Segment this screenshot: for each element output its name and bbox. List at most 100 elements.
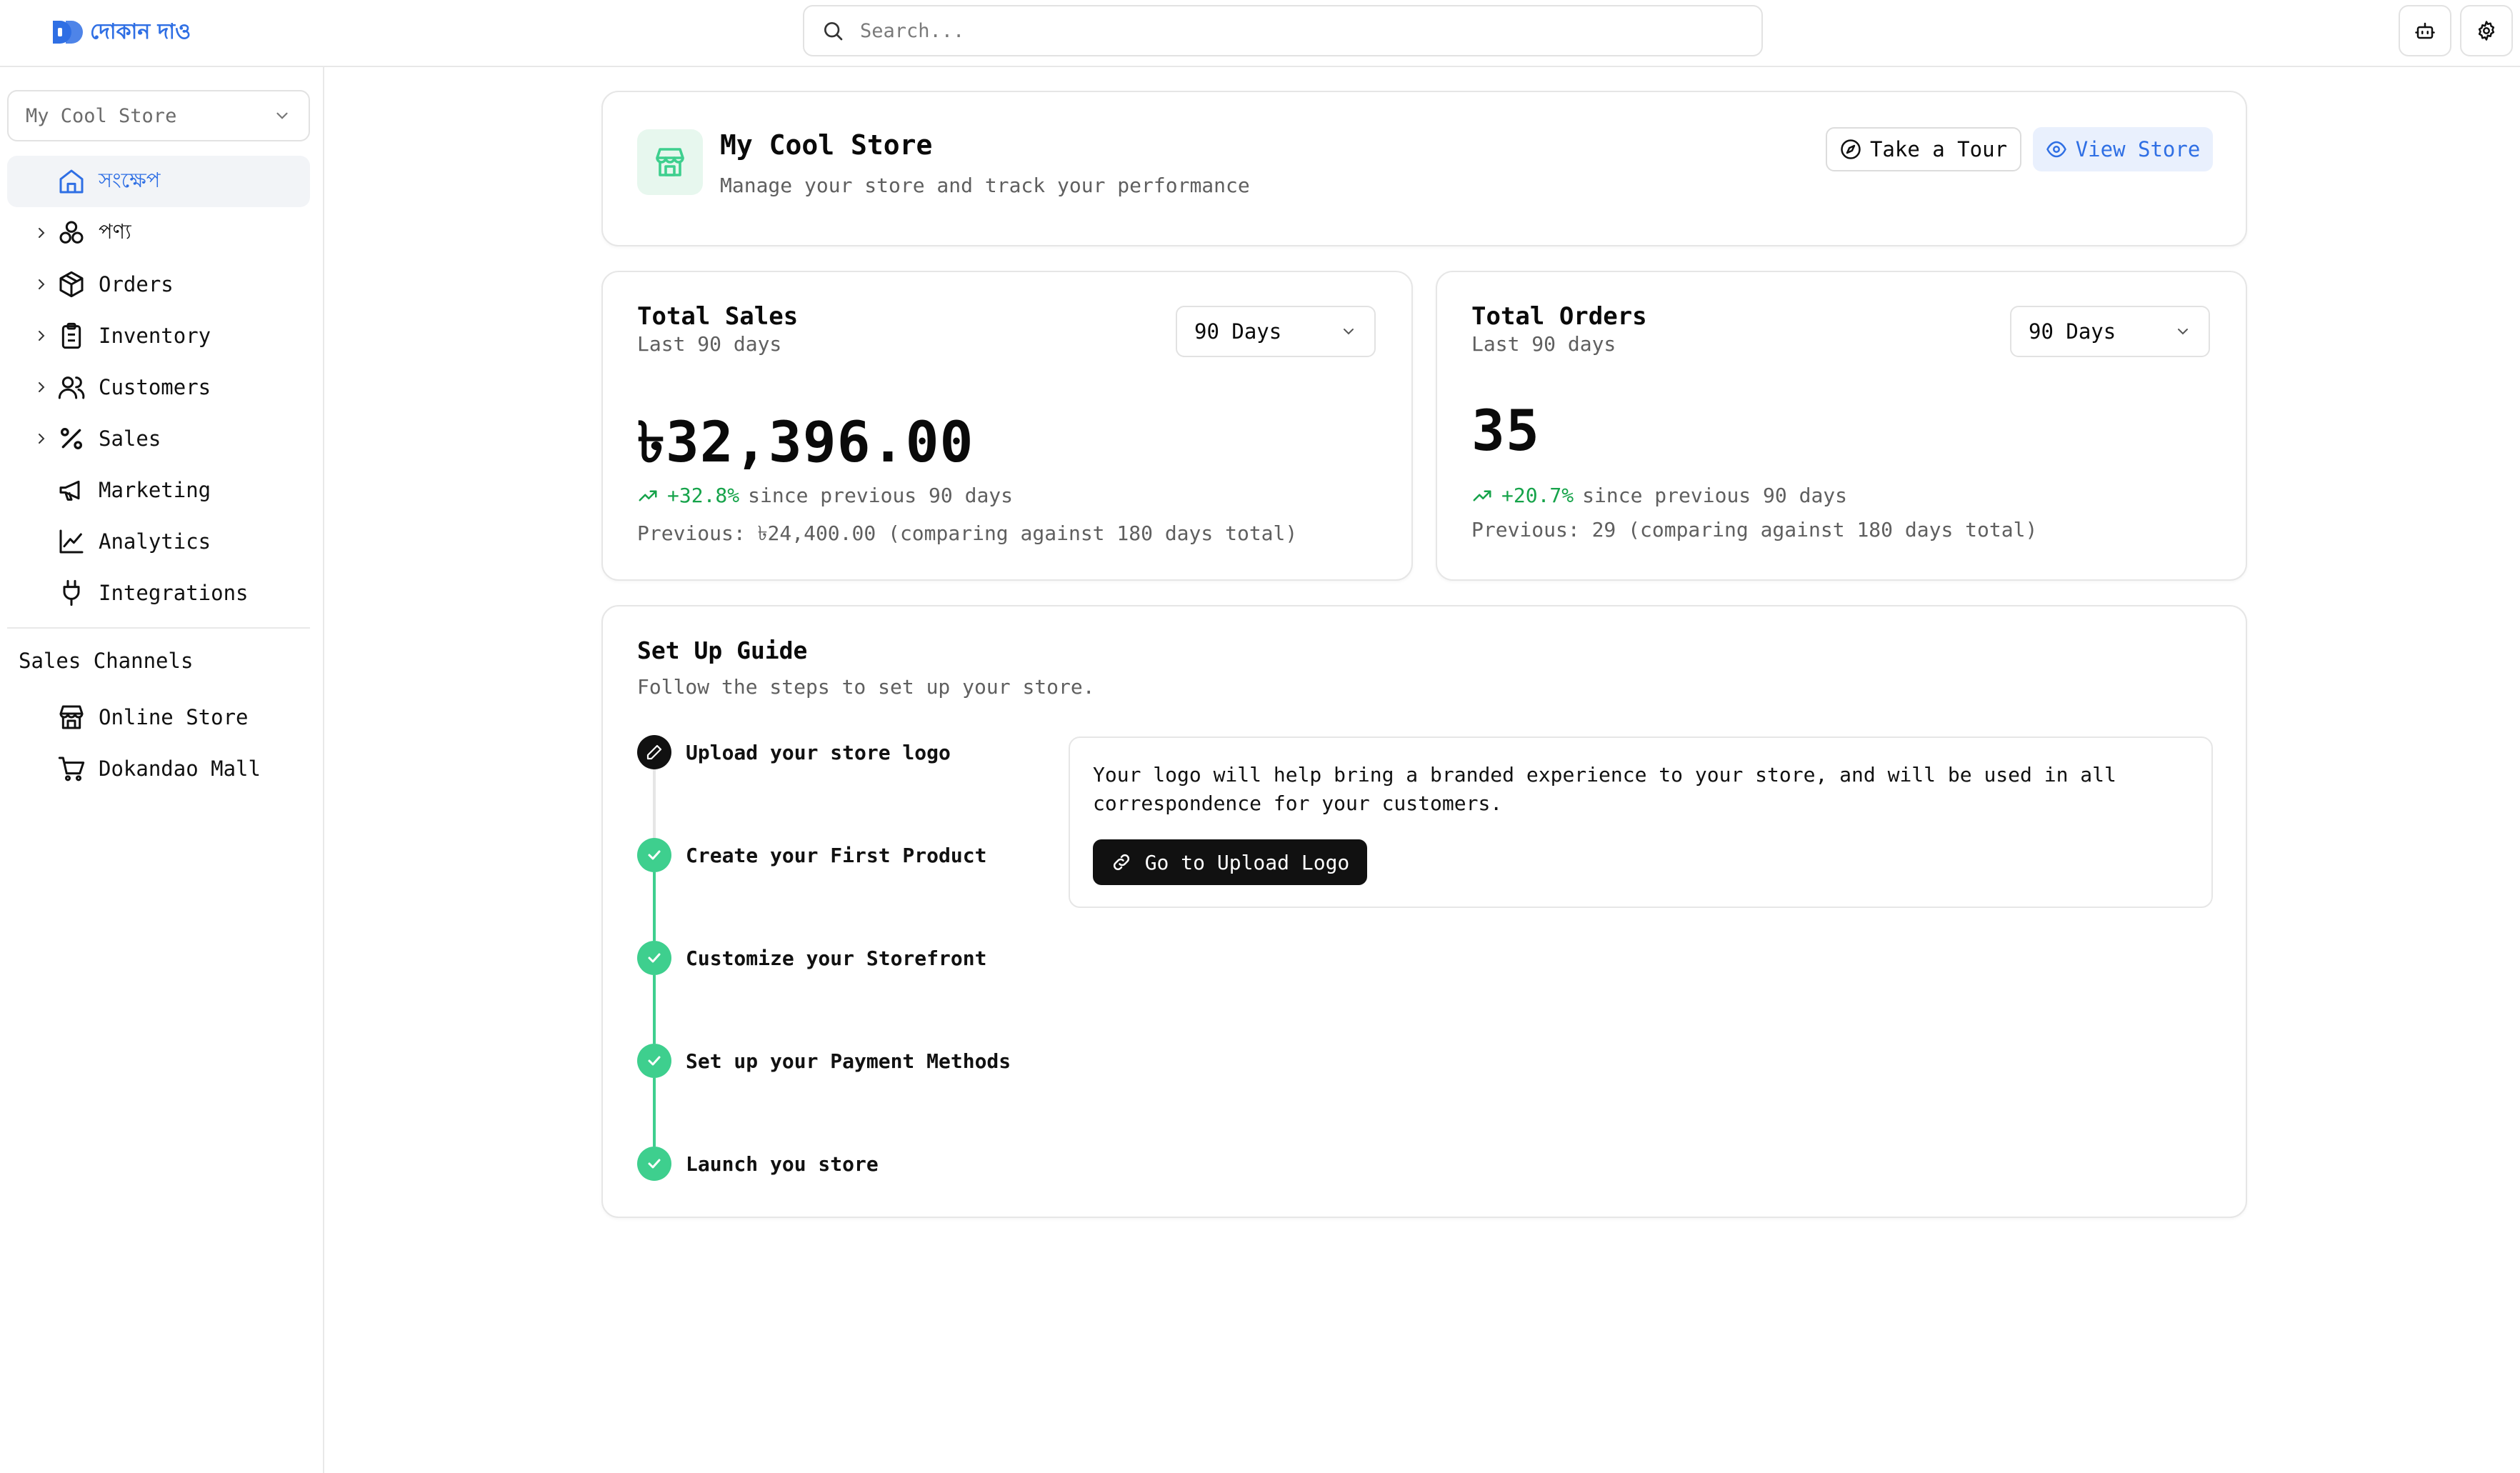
megaphone-icon	[59, 480, 80, 501]
sidebar-item-dokandao-mall[interactable]: Dokandao Mall	[7, 743, 310, 794]
step-label: Create your First Product	[686, 843, 987, 867]
gear-icon	[2478, 21, 2495, 41]
upload-logo-label: Go to Upload Logo	[1144, 850, 1350, 874]
home-icon	[59, 169, 84, 194]
link-icon	[1113, 854, 1129, 871]
search-icon	[824, 22, 843, 41]
sales-channels-heading: Sales Channels	[19, 649, 194, 673]
boxes-icon	[59, 221, 84, 244]
search-bar[interactable]	[803, 5, 1763, 56]
chevron-down-icon	[2178, 329, 2188, 335]
take-tour-button[interactable]: Take a Tour	[1826, 127, 2021, 171]
step-status-done	[637, 1044, 671, 1078]
step-connector	[653, 1078, 656, 1147]
line-chart-icon	[59, 529, 84, 554]
sidebar-item-customers[interactable]: Customers	[7, 361, 310, 413]
total-orders-value: 35	[1471, 399, 1540, 464]
setup-guide-card: Set Up Guide Follow the steps to set up …	[601, 605, 2247, 1218]
step-label: Upload your store logo	[686, 740, 951, 764]
step-label: Set up your Payment Methods	[686, 1049, 1011, 1073]
total-orders-title: Total Orders	[1471, 302, 1647, 331]
eye-icon	[2046, 141, 2066, 158]
search-input[interactable]	[860, 19, 1717, 42]
setup-step-launch[interactable]: Launch you store	[637, 1147, 879, 1181]
sidebar-item-analytics[interactable]: Analytics	[7, 516, 310, 567]
check-icon	[648, 850, 661, 860]
sales-change: +32.8% since previous 90 days	[637, 484, 1013, 507]
clipboard-icon	[61, 322, 81, 349]
step-label: Customize your Storefront	[686, 946, 987, 970]
chevron-down-icon	[1344, 329, 1354, 335]
app-logo[interactable]: দোকান দাও	[51, 16, 191, 49]
view-store-button[interactable]: View Store	[2033, 127, 2213, 171]
step-connector	[653, 975, 656, 1044]
view-store-label: View Store	[2075, 137, 2201, 161]
sales-range-select[interactable]: 90 Days	[1176, 306, 1376, 357]
percent-icon	[61, 428, 82, 449]
total-sales-value: ৳32,396.00	[637, 411, 974, 475]
cart-icon	[58, 757, 85, 782]
step-status-done	[637, 1147, 671, 1181]
setup-step-first-product[interactable]: Create your First Product	[637, 838, 986, 872]
sidebar-item-label: Customers	[99, 375, 211, 399]
pencil-icon	[646, 744, 662, 760]
orders-range-select[interactable]: 90 Days	[2010, 306, 2210, 357]
step-label: Launch you store	[686, 1152, 879, 1176]
setup-step-upload-logo[interactable]: Upload your store logo	[637, 735, 951, 769]
assistant-button[interactable]	[2399, 5, 2451, 56]
trending-up-icon	[639, 490, 657, 501]
go-to-upload-logo-button[interactable]: Go to Upload Logo	[1093, 839, 1367, 885]
total-sales-title: Total Sales	[637, 302, 799, 331]
store-icon	[656, 148, 684, 176]
step-status-done	[637, 838, 671, 872]
sales-range-value: 90 Days	[1194, 319, 1282, 344]
settings-button[interactable]	[2460, 5, 2513, 56]
logo-mark-icon	[53, 21, 83, 44]
sidebar-nav: সংক্ষেপ পণ্য Orders Inventory Customers …	[7, 156, 310, 619]
sidebar-item-integrations[interactable]: Integrations	[7, 567, 310, 619]
check-icon	[648, 953, 661, 963]
sidebar-item-orders[interactable]: Orders	[7, 259, 310, 310]
chevron-right-icon[interactable]	[33, 379, 50, 396]
sidebar-divider	[7, 627, 310, 629]
orders-previous: Previous: 29 (comparing against 180 days…	[1471, 518, 2038, 541]
sidebar-item-label: Analytics	[99, 529, 211, 554]
sales-channels-nav: Online Store Dokandao Mall	[7, 691, 310, 794]
sidebar-item-overview[interactable]: সংক্ষেপ	[7, 156, 310, 207]
sidebar-item-marketing[interactable]: Marketing	[7, 464, 310, 516]
total-orders-card: Total Orders Last 90 days 90 Days 35 +20…	[1436, 271, 2247, 581]
orders-change: +20.7% since previous 90 days	[1471, 484, 1847, 507]
sidebar-item-products[interactable]: পণ্য	[7, 207, 310, 259]
sidebar: My Cool Store সংক্ষেপ পণ্য Orders Invent…	[0, 67, 324, 1473]
check-icon	[648, 1056, 661, 1066]
sidebar-item-label: Integrations	[99, 581, 249, 605]
total-sales-subtitle: Last 90 days	[637, 332, 782, 356]
sidebar-item-label: সংক্ষেপ	[99, 167, 161, 192]
sidebar-item-label: Inventory	[99, 324, 211, 348]
orders-range-value: 90 Days	[2029, 319, 2116, 344]
chevron-right-icon[interactable]	[33, 276, 50, 293]
store-avatar	[637, 129, 703, 195]
store-selector-label: My Cool Store	[26, 104, 177, 127]
setup-step-storefront[interactable]: Customize your Storefront	[637, 941, 986, 975]
store-title: My Cool Store	[720, 129, 933, 161]
chevron-right-icon[interactable]	[33, 224, 50, 241]
step-connector	[653, 872, 656, 941]
sidebar-item-online-store[interactable]: Online Store	[7, 691, 310, 743]
store-overview-card: My Cool Store Manage your store and trac…	[601, 91, 2247, 246]
store-subtitle: Manage your store and track your perform…	[720, 174, 1250, 197]
store-selector[interactable]: My Cool Store	[7, 90, 310, 141]
chevron-right-icon[interactable]	[33, 430, 50, 447]
step-detail-panel: Your logo will help bring a branded expe…	[1069, 736, 2213, 908]
bot-icon	[2415, 22, 2435, 39]
step-connector	[653, 769, 656, 838]
sidebar-item-inventory[interactable]: Inventory	[7, 310, 310, 361]
sidebar-item-label: Sales	[99, 426, 161, 451]
chevron-right-icon[interactable]	[33, 327, 50, 344]
plug-icon	[63, 579, 80, 606]
orders-change-percent: +20.7%	[1501, 484, 1574, 507]
store-icon	[59, 705, 84, 729]
sidebar-item-sales[interactable]: Sales	[7, 413, 310, 464]
step-detail-text: Your logo will help bring a branded expe…	[1093, 763, 2116, 815]
setup-step-payment[interactable]: Set up your Payment Methods	[637, 1044, 1011, 1078]
